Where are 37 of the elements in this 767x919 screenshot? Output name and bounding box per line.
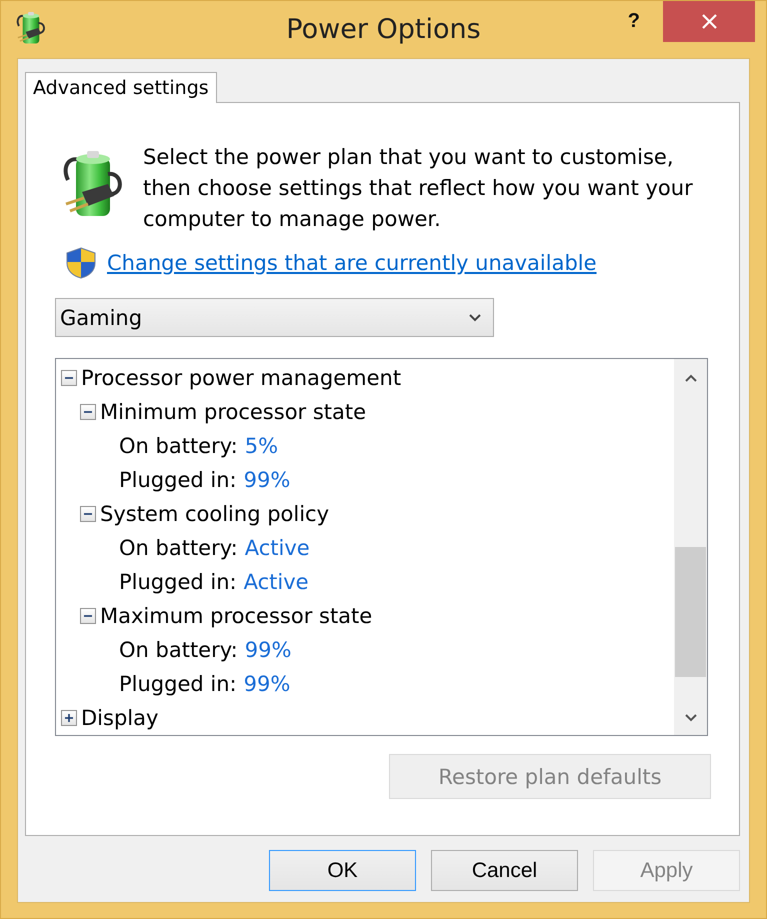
setting-label[interactable]: Plugged in: — [119, 468, 237, 492]
setting-value[interactable]: Active — [244, 536, 310, 560]
setting-label[interactable]: On battery: — [119, 434, 238, 458]
tree-item-label[interactable]: Processor power management — [81, 366, 402, 390]
collapse-icon[interactable] — [80, 404, 96, 420]
scrollbar-thumb[interactable] — [675, 547, 706, 677]
setting-value[interactable]: 99% — [244, 672, 290, 696]
setting-label[interactable]: Plugged in: — [119, 570, 237, 594]
plan-dropdown[interactable]: Gaming — [55, 298, 494, 337]
shield-icon — [66, 247, 96, 279]
setting-label[interactable]: On battery: — [119, 638, 238, 662]
tree-item-label[interactable]: System cooling policy — [100, 502, 330, 526]
collapse-icon[interactable] — [80, 608, 96, 624]
scroll-up-icon[interactable] — [684, 374, 696, 382]
scroll-down-icon[interactable] — [684, 714, 696, 722]
setting-label[interactable]: Plugged in: — [119, 672, 237, 696]
chevron-down-icon — [469, 314, 481, 322]
change-settings-link[interactable]: Change settings that are currently unavailable — [107, 248, 597, 278]
setting-value[interactable]: 99% — [244, 468, 290, 492]
expand-icon[interactable] — [61, 710, 77, 726]
close-icon — [702, 14, 716, 29]
tree-item-label[interactable]: Display — [81, 706, 158, 730]
setting-label[interactable]: On battery: — [119, 536, 238, 560]
tab[interactable]: Advanced settings — [25, 72, 217, 103]
window-title: Power Options — [286, 13, 481, 47]
collapse-icon[interactable] — [61, 370, 77, 386]
setting-value[interactable]: 5% — [244, 434, 278, 458]
battery-plug-icon — [15, 10, 47, 45]
tree-item-label[interactable]: Minimum processor state — [100, 400, 366, 424]
tree-item-label[interactable]: Maximum processor state — [100, 604, 372, 628]
collapse-icon[interactable] — [80, 506, 96, 522]
help-button[interactable]: ? — [628, 10, 640, 32]
setting-value[interactable]: 99% — [244, 638, 292, 662]
dialog-button[interactable]: OK — [269, 850, 416, 891]
dialog-button[interactable]: Cancel — [431, 850, 578, 891]
intro-text: Select the power plan that you want to customise, then choose settings that reflect how you want your computer to manage power. — [143, 144, 694, 233]
setting-value[interactable]: Active — [244, 570, 309, 594]
